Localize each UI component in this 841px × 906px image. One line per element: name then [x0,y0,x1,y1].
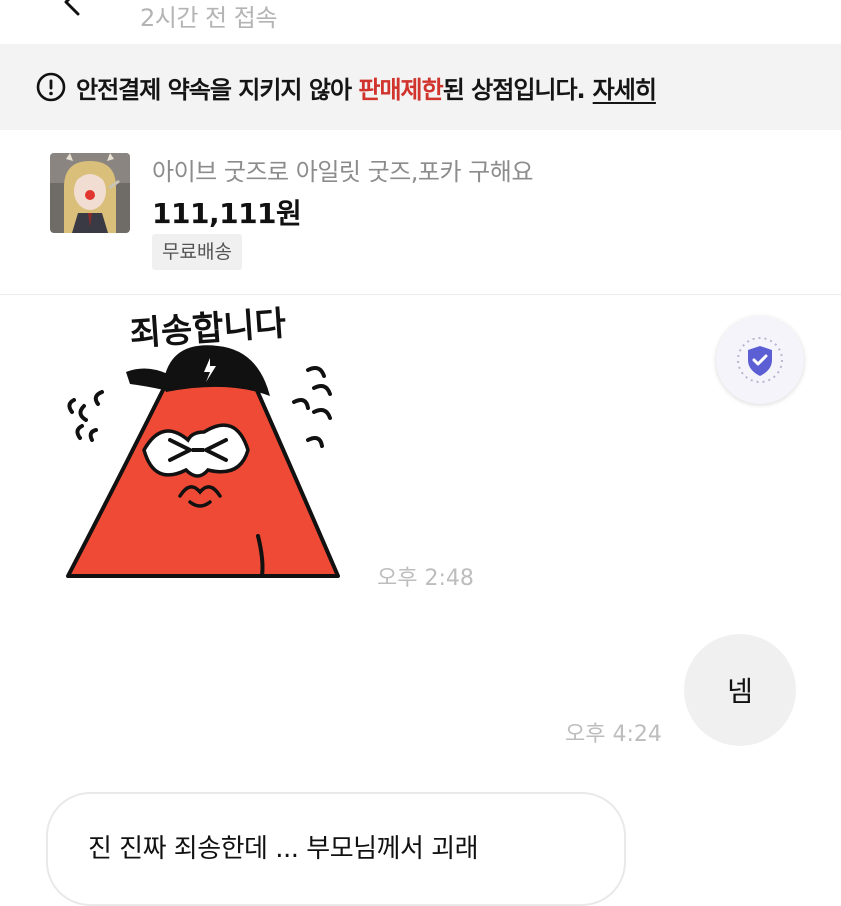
message-time: 오후 4:24 [565,722,662,747]
warning-text: 안전결제 약속을 지키지 않아 판매제한된 상점입니다. 자세히 [76,70,657,105]
warning-text-suffix: 된 상점입니다. [442,75,586,104]
outgoing-message-bubble: 넴 [684,634,796,746]
details-link[interactable]: 자세히 [593,76,657,104]
warning-highlight: 판매제한 [358,75,443,104]
product-title: 아이브 굿즈로 아일릿 굿즈,포카 구해요 [152,158,533,186]
product-thumbnail [50,153,130,233]
top-bar: 2시간 전 접속 [0,0,841,44]
shield-check-icon [737,337,783,383]
incoming-message-text: 진 진짜 죄송한데 ... 부모님께서 괴래 [88,834,479,864]
warning-banner: 안전결제 약속을 지키지 않아 판매제한된 상점입니다. 자세히 [0,44,841,130]
back-arrow-icon[interactable] [52,0,92,22]
product-price: 111,111원 [152,197,302,230]
last-seen-status: 2시간 전 접속 [140,4,277,32]
message-time: 오후 2:48 [377,566,474,591]
incoming-message-bubble: 진 진짜 죄송한데 ... 부모님께서 괴래 [46,792,626,906]
free-shipping-badge: 무료배송 [152,234,242,270]
product-card[interactable]: 아이브 굿즈로 아일릿 굿즈,포카 구해요 111,111원 무료배송 [0,130,841,295]
safe-payment-button[interactable] [716,316,804,404]
sorry-sticker: 죄송합니다 [66,304,340,578]
exclamation-circle-icon [36,72,66,102]
warning-text-prefix: 안전결제 약속을 지키지 않아 [76,75,359,104]
